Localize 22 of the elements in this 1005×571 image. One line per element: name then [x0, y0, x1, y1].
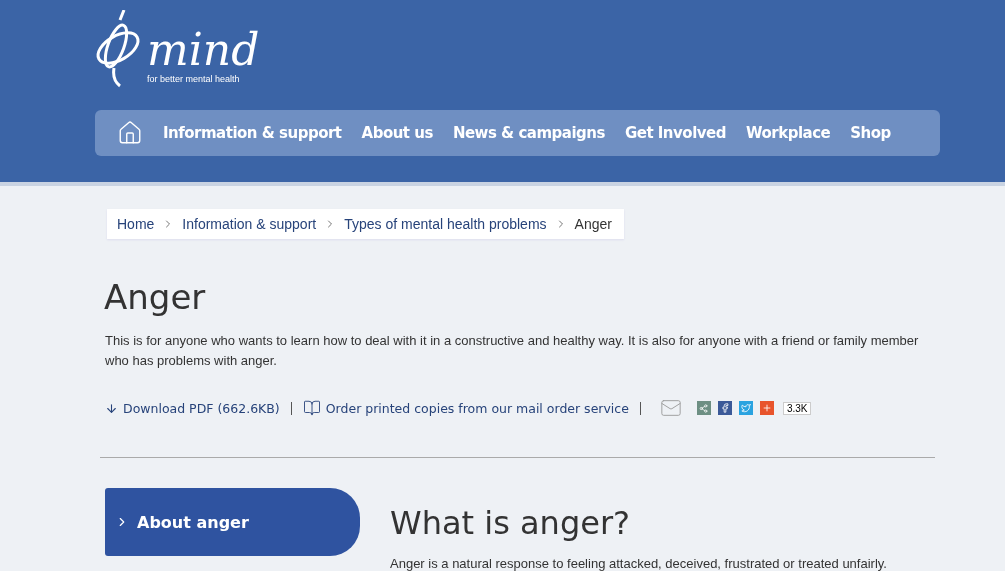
side-menu-item[interactable]: About anger — [105, 488, 360, 556]
intro-text: This is for anyone who wants to learn how to deal with it in a constructive and healthy way. It is also for anyone with a friend or family member who has problems with anger. — [105, 332, 920, 370]
email-icon[interactable] — [659, 397, 682, 419]
plus-icon[interactable] — [759, 401, 774, 415]
breadcrumb-link[interactable]: Information & support — [182, 216, 317, 232]
section-heading: What is anger? — [390, 504, 631, 542]
breadcrumb-link[interactable]: Types of mental health problems — [344, 216, 547, 232]
section-text: Anger is a natural response to feeling attacked, deceived, frustrated or treated unfairly. — [390, 556, 887, 571]
share-icon[interactable] — [696, 401, 711, 415]
download-icon — [105, 401, 118, 415]
facebook-icon[interactable] — [717, 401, 732, 415]
breadcrumb-link[interactable]: Anger — [574, 216, 612, 232]
breadcrumb-link[interactable]: Home — [117, 216, 155, 232]
logo-wordmark: mind — [147, 28, 260, 72]
logo-tagline: for better mental health — [147, 74, 241, 84]
share-count: 3.3K — [782, 401, 812, 415]
order-link[interactable]: Order printed copies from our mail order service — [302, 399, 629, 417]
link-label: Order printed copies from our mail order service — [325, 400, 629, 416]
home-icon[interactable] — [117, 120, 143, 146]
book-icon — [302, 399, 321, 417]
twitter-icon[interactable] — [738, 401, 753, 415]
page-title: Anger — [104, 277, 207, 317]
